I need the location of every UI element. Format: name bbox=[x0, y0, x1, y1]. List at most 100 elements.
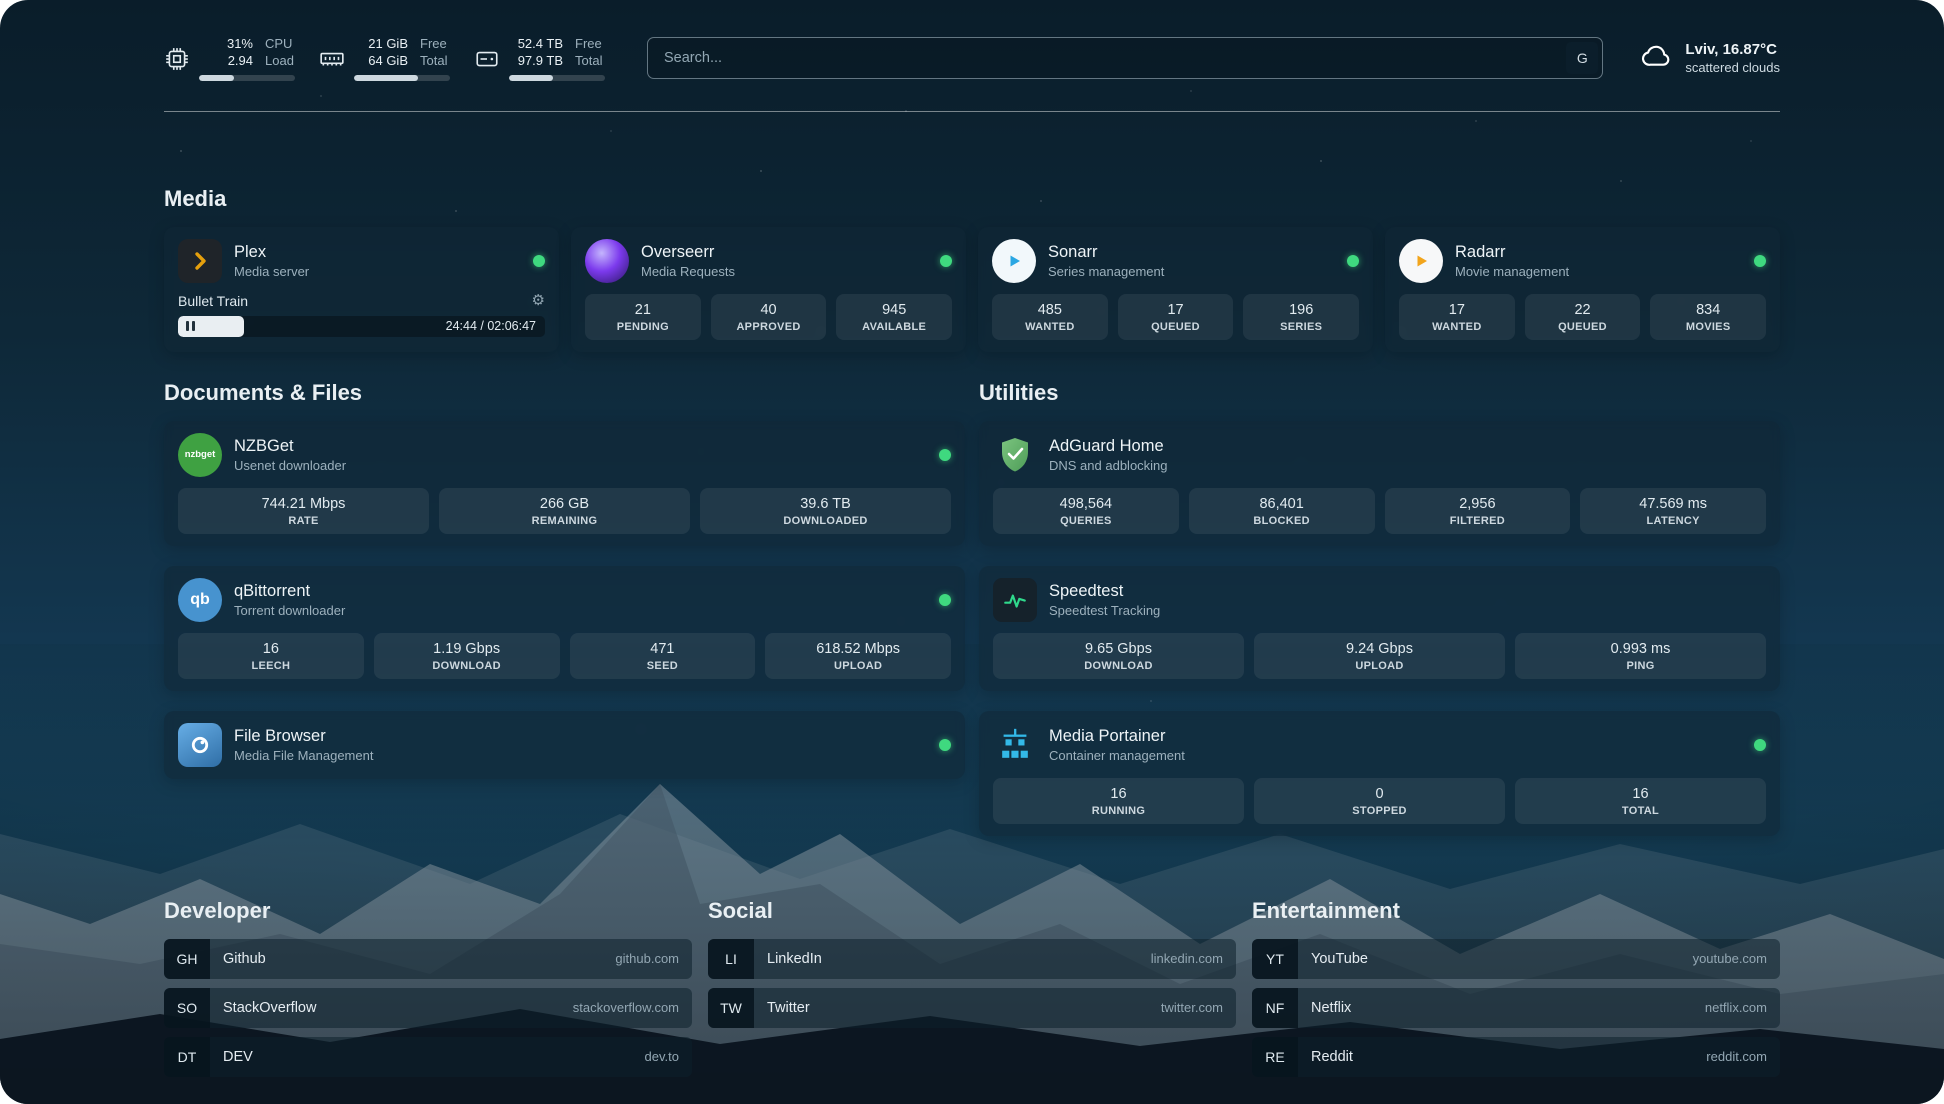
stat-label: TOTAL bbox=[1519, 805, 1762, 817]
stat-download: 1.19 GbpsDOWNLOAD bbox=[374, 633, 560, 679]
service-card-adguard[interactable]: AdGuard Home DNS and adblocking 498,564Q… bbox=[979, 421, 1780, 546]
stat-download: 9.65 GbpsDOWNLOAD bbox=[993, 633, 1244, 679]
bookmark-linkedin[interactable]: LI LinkedIn linkedin.com bbox=[708, 939, 1236, 979]
now-playing-title: Bullet Train bbox=[178, 293, 248, 309]
stat-value: 196 bbox=[1247, 302, 1355, 318]
stat-value: 16 bbox=[182, 641, 360, 657]
disk-usage-bar bbox=[509, 75, 605, 81]
stat-label: DOWNLOADED bbox=[704, 515, 947, 527]
service-description: Torrent downloader bbox=[234, 603, 345, 618]
service-name: Speedtest bbox=[1049, 582, 1160, 601]
service-card-speedtest[interactable]: Speedtest Speedtest Tracking 9.65 GbpsDO… bbox=[979, 566, 1780, 691]
metric-memory: 21 GiBFree 64 GiBTotal bbox=[319, 36, 450, 81]
stat-label: FILTERED bbox=[1389, 515, 1567, 527]
playback-progress-bar[interactable]: 24:44 / 02:06:47 bbox=[178, 316, 545, 337]
stat-label: LATENCY bbox=[1584, 515, 1762, 527]
metric-cpu-readout: 31%CPU 2.94Load bbox=[199, 36, 295, 81]
stat-label: BLOCKED bbox=[1193, 515, 1371, 527]
bookmark-youtube[interactable]: YT YouTube youtube.com bbox=[1252, 939, 1780, 979]
service-card-portainer[interactable]: Media Portainer Container management 16R… bbox=[979, 711, 1780, 836]
service-description: Media File Management bbox=[234, 748, 373, 763]
stat-upload: 9.24 GbpsUPLOAD bbox=[1254, 633, 1505, 679]
memory-free-value: 21 GiB bbox=[354, 36, 408, 53]
weather-condition: scattered clouds bbox=[1685, 60, 1780, 75]
service-card-overseerr[interactable]: Overseerr Media Requests 21PENDING 40APP… bbox=[571, 227, 966, 352]
stat-value: 17 bbox=[1122, 302, 1230, 318]
bookmark-url: netflix.com bbox=[1705, 1000, 1780, 1015]
bookmark-name: StackOverflow bbox=[210, 1000, 316, 1016]
bookmark-name: Reddit bbox=[1298, 1049, 1353, 1065]
service-card-filebrowser[interactable]: File Browser Media File Management bbox=[164, 711, 965, 779]
service-card-sonarr[interactable]: Sonarr Series management 485WANTED 17QUE… bbox=[978, 227, 1373, 352]
bookmark-github[interactable]: GH Github github.com bbox=[164, 939, 692, 979]
memory-free-label: Free bbox=[420, 36, 447, 53]
stat-value: 744.21 Mbps bbox=[182, 496, 425, 512]
stat-wanted: 17WANTED bbox=[1399, 294, 1515, 340]
stat-value: 0.993 ms bbox=[1519, 641, 1762, 657]
stat-value: 16 bbox=[1519, 786, 1762, 802]
plex-icon bbox=[178, 239, 222, 283]
service-description: DNS and adblocking bbox=[1049, 458, 1168, 473]
section-media: Media Plex Media server bbox=[164, 186, 1780, 352]
bookmark-url: youtube.com bbox=[1693, 951, 1780, 966]
nzbget-icon-text: nzbget bbox=[185, 449, 216, 460]
stat-stopped: 0STOPPED bbox=[1254, 778, 1505, 824]
status-dot bbox=[939, 739, 951, 751]
bookmark-twitter[interactable]: TW Twitter twitter.com bbox=[708, 988, 1236, 1028]
stat-label: AVAILABLE bbox=[840, 321, 948, 333]
weather-widget: Lviv, 16.87°C scattered clouds bbox=[1641, 40, 1780, 77]
stat-total: 16 TOTAL bbox=[1515, 778, 1766, 824]
system-metrics: 31%CPU 2.94Load 21 GiBFree 64 Gi bbox=[164, 36, 605, 81]
cpu-load-label: Load bbox=[265, 53, 294, 70]
section-title-media: Media bbox=[164, 186, 1780, 212]
service-card-nzbget[interactable]: nzbget NZBGet Usenet downloader 744.21 M… bbox=[164, 421, 965, 546]
stat-seed: 471SEED bbox=[570, 633, 756, 679]
service-description: Usenet downloader bbox=[234, 458, 346, 473]
service-name: Overseerr bbox=[641, 243, 735, 262]
stat-rate: 744.21 Mbps RATE bbox=[178, 488, 429, 534]
bookmark-name: Twitter bbox=[754, 1000, 810, 1016]
stat-label: APPROVED bbox=[715, 321, 823, 333]
disk-icon bbox=[474, 46, 500, 72]
bookmark-url: github.com bbox=[615, 951, 692, 966]
service-name: qBittorrent bbox=[234, 582, 345, 601]
stat-value: 9.65 Gbps bbox=[997, 641, 1240, 657]
service-card-radarr[interactable]: Radarr Movie management 17WANTED 22QUEUE… bbox=[1385, 227, 1780, 352]
stat-value: 266 GB bbox=[443, 496, 686, 512]
stat-downloaded: 39.6 TBDOWNLOADED bbox=[700, 488, 951, 534]
qbittorrent-icon: qb bbox=[178, 578, 222, 622]
bookmark-abbr: YT bbox=[1252, 939, 1298, 979]
search-engine-button[interactable]: G bbox=[1566, 42, 1598, 74]
bookmark-stackoverflow[interactable]: SO StackOverflow stackoverflow.com bbox=[164, 988, 692, 1028]
bookmark-dev[interactable]: DT DEV dev.to bbox=[164, 1037, 692, 1077]
cloud-icon bbox=[1641, 40, 1673, 77]
sonarr-icon bbox=[992, 239, 1036, 283]
bookmark-group-entertainment: Entertainment YT YouTube youtube.com NF … bbox=[1252, 898, 1780, 1086]
stat-label: QUEUED bbox=[1122, 321, 1230, 333]
bookmark-abbr: NF bbox=[1252, 988, 1298, 1028]
bookmark-name: YouTube bbox=[1298, 951, 1368, 967]
radarr-icon bbox=[1399, 239, 1443, 283]
service-card-plex[interactable]: Plex Media server Bullet Train ⚙ 24:44 /… bbox=[164, 227, 559, 352]
bookmark-reddit[interactable]: RE Reddit reddit.com bbox=[1252, 1037, 1780, 1077]
stat-queued: 17 QUEUED bbox=[1118, 294, 1234, 340]
service-card-qbittorrent[interactable]: qb qBittorrent Torrent downloader 16LEEC… bbox=[164, 566, 965, 691]
stat-value: 834 bbox=[1654, 302, 1762, 318]
service-name: Radarr bbox=[1455, 243, 1569, 262]
stat-remaining: 266 GBREMAINING bbox=[439, 488, 690, 534]
stat-label: RATE bbox=[182, 515, 425, 527]
memory-icon bbox=[319, 46, 345, 72]
gear-icon[interactable]: ⚙ bbox=[532, 293, 545, 308]
speedtest-icon bbox=[993, 578, 1037, 622]
disk-free-label: Free bbox=[575, 36, 602, 53]
stat-movies: 834MOVIES bbox=[1650, 294, 1766, 340]
qbittorrent-icon-text: qb bbox=[190, 591, 210, 609]
bookmark-netflix[interactable]: NF Netflix netflix.com bbox=[1252, 988, 1780, 1028]
pause-icon bbox=[186, 321, 195, 331]
stat-leech: 16LEECH bbox=[178, 633, 364, 679]
search-input[interactable] bbox=[647, 37, 1603, 79]
stat-value: 618.52 Mbps bbox=[769, 641, 947, 657]
memory-total-label: Total bbox=[420, 53, 447, 70]
stat-approved: 40APPROVED bbox=[711, 294, 827, 340]
stat-value: 16 bbox=[997, 786, 1240, 802]
